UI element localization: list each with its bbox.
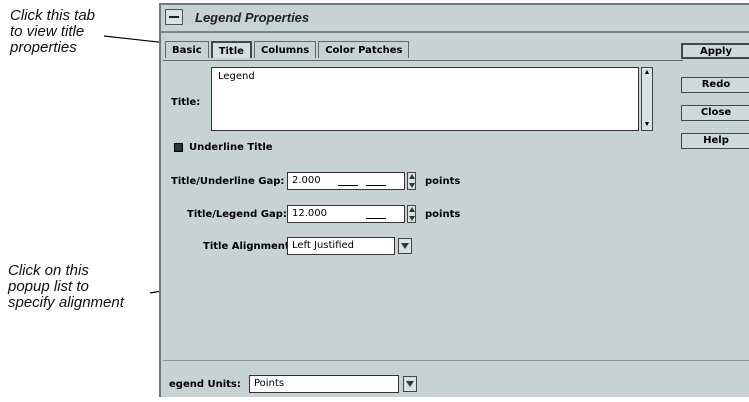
- title-scrollbar[interactable]: ▲ ▼: [641, 67, 653, 131]
- tab-color-patches[interactable]: Color Patches: [318, 41, 410, 58]
- legend-units-label: egend Units:: [169, 379, 241, 390]
- scroll-down-arrow-icon[interactable]: ▼: [642, 120, 652, 130]
- title-underline-gap-label: Title/Underline Gap:: [171, 176, 285, 187]
- tab-divider: [163, 60, 683, 61]
- title-underline-gap-stepper[interactable]: [407, 172, 416, 190]
- title-alignment-popup-icon[interactable]: [398, 238, 412, 254]
- title-legend-gap-label: Title/Legend Gap:: [187, 209, 287, 220]
- underline-title-checkbox[interactable]: [174, 143, 183, 152]
- help-button[interactable]: Help: [681, 133, 749, 149]
- legend-properties-window: Legend Properties Basic Title Columns Co…: [159, 3, 749, 397]
- tab-columns[interactable]: Columns: [253, 41, 317, 58]
- title-text-area[interactable]: Legend: [211, 67, 639, 131]
- tab-title[interactable]: Title: [210, 41, 252, 58]
- title-alignment-select[interactable]: Left Justified: [287, 237, 395, 255]
- title-underline-gap-units: points: [425, 176, 461, 187]
- title-legend-gap-units: points: [425, 209, 461, 220]
- scroll-up-arrow-icon[interactable]: ▲: [642, 68, 652, 78]
- legend-units-select[interactable]: Points: [249, 375, 399, 393]
- title-alignment-label: Title Alignment:: [203, 241, 294, 252]
- close-button[interactable]: Close: [681, 105, 749, 121]
- title-legend-gap-input[interactable]: 12.000: [287, 205, 405, 223]
- title-alignment-value: Left Justified: [292, 240, 354, 251]
- underline-title-label: Underline Title: [189, 142, 273, 153]
- window-titlebar[interactable]: Legend Properties: [161, 5, 749, 33]
- title-legend-gap-value: 12.000: [292, 208, 327, 219]
- callout-title-tab: Click this tab to view title properties: [10, 7, 96, 56]
- title-legend-gap-stepper[interactable]: [407, 205, 416, 223]
- callout-alignment-popup: Click on this popup list to specify alig…: [8, 262, 124, 311]
- legend-units-value: Points: [254, 378, 285, 389]
- title-underline-gap-value: 2.000: [292, 175, 321, 186]
- redo-button[interactable]: Redo: [681, 77, 749, 93]
- tab-basic[interactable]: Basic: [165, 41, 209, 58]
- title-underline-gap-input[interactable]: 2.000: [287, 172, 405, 190]
- apply-button[interactable]: Apply: [681, 43, 749, 59]
- window-menu-button[interactable]: [165, 9, 183, 25]
- window-title: Legend Properties: [195, 10, 310, 25]
- title-label: Title:: [171, 97, 201, 108]
- legend-units-popup-icon[interactable]: [403, 376, 417, 392]
- legend-units-divider: [163, 360, 749, 361]
- tab-bar: Basic Title Columns Color Patches: [165, 41, 411, 61]
